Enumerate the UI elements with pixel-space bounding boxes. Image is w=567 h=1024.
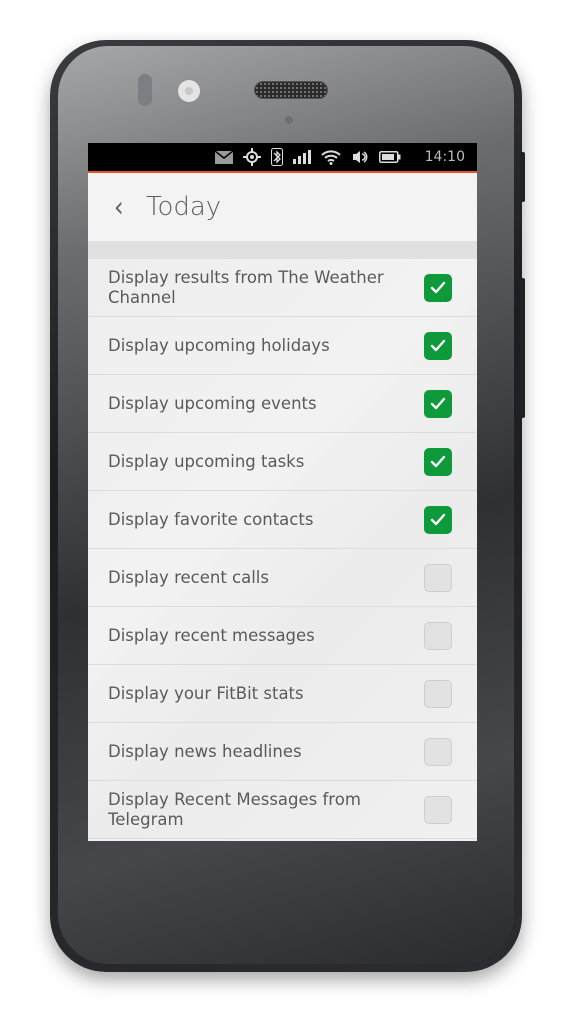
setting-label: Display upcoming tasks <box>108 451 305 471</box>
location-icon <box>242 148 261 166</box>
page-title: Today <box>146 192 222 222</box>
settings-list: Display results from The Weather Channel… <box>88 259 477 839</box>
setting-label: Display upcoming events <box>108 393 317 413</box>
setting-label: Display news headlines <box>108 741 302 761</box>
screen: 14:10 ‹ Today Display results from The W… <box>88 143 477 841</box>
checkmark-icon <box>430 281 446 293</box>
setting-row[interactable]: Display recent calls <box>88 549 477 607</box>
setting-row[interactable]: Display Recent Messages from Telegram <box>88 781 477 839</box>
setting-label: Display recent calls <box>108 567 269 587</box>
volume-button <box>520 278 525 418</box>
signal-icon <box>292 148 311 166</box>
setting-label: Display favorite contacts <box>108 509 314 529</box>
battery-icon <box>378 148 401 166</box>
setting-row[interactable]: Display results from The Weather Channel <box>88 259 477 317</box>
setting-checkbox[interactable] <box>424 389 452 418</box>
setting-row[interactable]: Display upcoming tasks <box>88 433 477 491</box>
back-button[interactable]: ‹ <box>114 190 144 224</box>
checkmark-icon <box>430 513 446 525</box>
setting-row[interactable]: Display recent messages <box>88 607 477 665</box>
setting-checkbox[interactable] <box>424 331 452 360</box>
page-header: ‹ Today <box>88 173 477 241</box>
setting-row[interactable]: Display favorite contacts <box>88 491 477 549</box>
status-bar[interactable]: 14:10 <box>88 143 477 171</box>
setting-checkbox[interactable] <box>424 273 452 302</box>
proximity-sensor <box>285 116 293 124</box>
setting-row[interactable]: Display upcoming events <box>88 375 477 433</box>
checkmark-icon <box>430 455 446 467</box>
light-sensor <box>138 74 152 106</box>
checkmark-icon <box>430 339 446 351</box>
setting-label: Display Recent Messages from Telegram <box>108 789 361 829</box>
volume-icon <box>351 148 369 166</box>
setting-checkbox[interactable] <box>424 505 452 534</box>
setting-checkbox[interactable] <box>424 621 452 650</box>
bluetooth-icon <box>270 148 283 166</box>
checkmark-icon <box>430 397 446 409</box>
setting-row[interactable]: Display your FitBit stats <box>88 665 477 723</box>
setting-row[interactable]: Display news headlines <box>88 723 477 781</box>
front-camera <box>178 80 200 102</box>
setting-checkbox[interactable] <box>424 795 452 824</box>
setting-label: Display upcoming holidays <box>108 335 330 355</box>
power-button <box>520 152 525 202</box>
setting-label: Display results from The Weather Channel <box>108 267 384 307</box>
setting-label: Display your FitBit stats <box>108 683 304 703</box>
envelope-icon <box>214 148 233 166</box>
setting-checkbox[interactable] <box>424 563 452 592</box>
wifi-icon <box>320 148 341 166</box>
setting-label: Display recent messages <box>108 625 315 645</box>
section-divider <box>88 241 477 259</box>
setting-checkbox[interactable] <box>424 447 452 476</box>
setting-checkbox[interactable] <box>424 679 452 708</box>
setting-checkbox[interactable] <box>424 737 452 766</box>
earpiece-speaker <box>254 81 328 99</box>
setting-row[interactable]: Display upcoming holidays <box>88 317 477 375</box>
clock: 14:10 <box>424 149 465 165</box>
